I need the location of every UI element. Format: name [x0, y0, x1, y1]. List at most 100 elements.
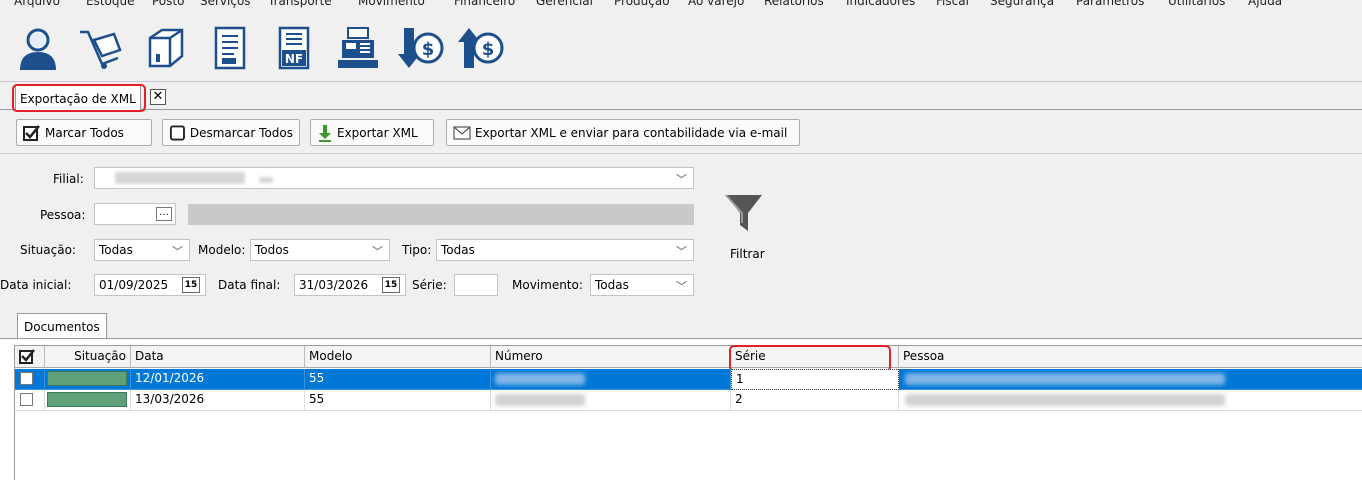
- menu-item-ajuda[interactable]: Ajuda: [1248, 0, 1282, 8]
- serie-cell: 1: [731, 369, 899, 390]
- menu-item-seguranca[interactable]: Segurança: [990, 0, 1054, 8]
- tab-documentos-label: Documentos: [24, 320, 100, 334]
- pessoa-label: Pessoa:: [40, 208, 86, 222]
- row-checkbox-cell: [15, 369, 45, 390]
- pessoa-redacted: [905, 373, 1225, 385]
- data-cell: 13/03/2026: [131, 390, 305, 411]
- box-icon[interactable]: [142, 24, 190, 72]
- serie-cell: 2: [731, 390, 899, 411]
- table-row[interactable]: 12/01/2026 55 1: [15, 369, 1362, 390]
- modelo-select[interactable]: Todos ﹀: [250, 239, 390, 261]
- situacao-label: Situação:: [20, 243, 76, 257]
- data-final-value: 31/03/2026: [299, 278, 369, 292]
- highlight-tab-annotation: [12, 84, 146, 112]
- table-row[interactable]: 13/03/2026 55 2: [15, 390, 1362, 411]
- svg-text:$: $: [422, 39, 435, 60]
- mark-all-label: Marcar Todos: [45, 125, 124, 140]
- envelope-icon: [453, 125, 471, 140]
- filial-select[interactable]: ﹀: [94, 167, 694, 189]
- checkbox-empty-icon: [169, 125, 185, 140]
- close-tab-button[interactable]: ✕: [150, 89, 166, 105]
- money-up-icon[interactable]: $: [458, 24, 506, 72]
- action-toolbar: Marcar Todos Desmarcar Todos Exportar XM…: [0, 112, 1362, 154]
- filter-button-label[interactable]: Filtrar: [730, 247, 765, 261]
- unmark-all-button[interactable]: Desmarcar Todos: [162, 119, 300, 146]
- mark-all-button[interactable]: Marcar Todos: [16, 119, 152, 146]
- menu-item-fiscal[interactable]: Fiscal: [936, 0, 969, 8]
- serie-input[interactable]: [454, 274, 498, 296]
- pessoa-redacted: [905, 394, 1225, 406]
- filter-funnel-icon[interactable]: [724, 193, 774, 243]
- menu-item-relatorios[interactable]: Relatórios: [764, 0, 824, 8]
- menu-item-servicos[interactable]: Serviços: [200, 0, 251, 8]
- tipo-value: Todas: [441, 243, 475, 257]
- data-final-label: Data final:: [218, 278, 281, 292]
- menu-item-financeiro[interactable]: Financeiro: [454, 0, 515, 8]
- status-indicator: [47, 392, 127, 407]
- column-header-situacao[interactable]: Situação: [45, 346, 131, 368]
- menu-bar: Arquivo Estoque Posto Serviços Transport…: [0, 0, 1362, 14]
- tab-documentos[interactable]: Documentos: [17, 313, 107, 338]
- nfe-document-icon[interactable]: NF: [270, 24, 318, 72]
- chevron-down-icon: ﹀: [172, 245, 183, 258]
- checkbox-checked-icon: [19, 349, 35, 364]
- status-indicator: [47, 371, 127, 386]
- numero-cell: [491, 390, 731, 411]
- filial-label: Filial:: [53, 172, 84, 186]
- cart-icon[interactable]: [76, 24, 124, 72]
- download-arrow-icon: [319, 124, 331, 142]
- export-xml-label: Exportar XML: [337, 125, 418, 140]
- menu-item-gerencial[interactable]: Gerencial: [536, 0, 593, 8]
- menu-item-utilitarios[interactable]: Utilitários: [1168, 0, 1225, 8]
- unmark-all-label: Desmarcar Todos: [189, 125, 293, 140]
- pessoa-cell: [899, 390, 1362, 411]
- menu-item-arquivo[interactable]: Arquivo: [14, 0, 60, 8]
- data-inicial-value: 01/09/2025: [99, 278, 169, 292]
- export-email-button[interactable]: Exportar XML e enviar para contabilidade…: [446, 119, 800, 146]
- documents-tab-strip: [0, 313, 1362, 339]
- menu-item-movimento[interactable]: Movimento: [358, 0, 425, 8]
- icon-toolbar: NF $ $: [0, 14, 1362, 82]
- situacao-value: Todas: [99, 243, 133, 257]
- person-icon[interactable]: [14, 24, 62, 72]
- calendar-icon[interactable]: 15: [382, 277, 400, 293]
- cash-register-icon[interactable]: [334, 24, 382, 72]
- export-xml-button[interactable]: Exportar XML: [310, 119, 434, 146]
- modelo-label: Modelo:: [198, 243, 246, 257]
- movimento-select[interactable]: Todas ﹀: [590, 274, 694, 296]
- situacao-select[interactable]: Todas ﹀: [94, 239, 190, 261]
- row-checkbox[interactable]: [20, 372, 33, 385]
- chevron-down-icon[interactable]: ﹀: [676, 171, 687, 187]
- situacao-cell: [45, 369, 131, 390]
- money-down-icon[interactable]: $: [398, 24, 446, 72]
- menu-item-transporte[interactable]: Transporte: [268, 0, 332, 8]
- data-cell: 12/01/2026: [131, 369, 305, 390]
- menu-item-ao-varejo[interactable]: Ao varejo: [688, 0, 744, 8]
- filter-panel: Filial: ﹀ Pessoa: ... Situação: Todas ﹀ …: [0, 155, 1362, 305]
- chevron-down-icon: ﹀: [372, 245, 383, 258]
- menu-item-estoque[interactable]: Estoque: [86, 0, 135, 8]
- pessoa-lookup-button[interactable]: ...: [156, 207, 172, 221]
- menu-item-posto[interactable]: Posto: [152, 0, 184, 8]
- menu-item-producao[interactable]: Produção: [614, 0, 670, 8]
- menu-item-parametros[interactable]: Parâmetros: [1076, 0, 1144, 8]
- modelo-cell: 55: [305, 390, 491, 411]
- column-header-data[interactable]: Data: [131, 346, 305, 368]
- serie-label: Série:: [412, 278, 447, 292]
- column-header-pessoa[interactable]: Pessoa: [899, 346, 1362, 368]
- tipo-label: Tipo:: [402, 243, 432, 257]
- column-header-modelo[interactable]: Modelo: [305, 346, 491, 368]
- documents-grid: Situação Data Modelo Número Série Pessoa…: [14, 345, 1362, 480]
- tipo-select[interactable]: Todas ﹀: [436, 239, 694, 261]
- column-header-numero[interactable]: Número: [491, 346, 731, 368]
- numero-redacted: [495, 394, 585, 406]
- chevron-down-icon: ﹀: [676, 245, 687, 258]
- document-icon[interactable]: [206, 24, 254, 72]
- calendar-icon[interactable]: 15: [182, 277, 200, 293]
- export-email-label: Exportar XML e enviar para contabilidade…: [475, 125, 788, 140]
- row-checkbox-cell: [15, 390, 45, 411]
- select-all-checkbox[interactable]: [15, 346, 45, 368]
- chevron-down-icon: ﹀: [676, 280, 687, 293]
- row-checkbox[interactable]: [20, 393, 33, 406]
- menu-item-indicadores[interactable]: Indicadores: [846, 0, 915, 8]
